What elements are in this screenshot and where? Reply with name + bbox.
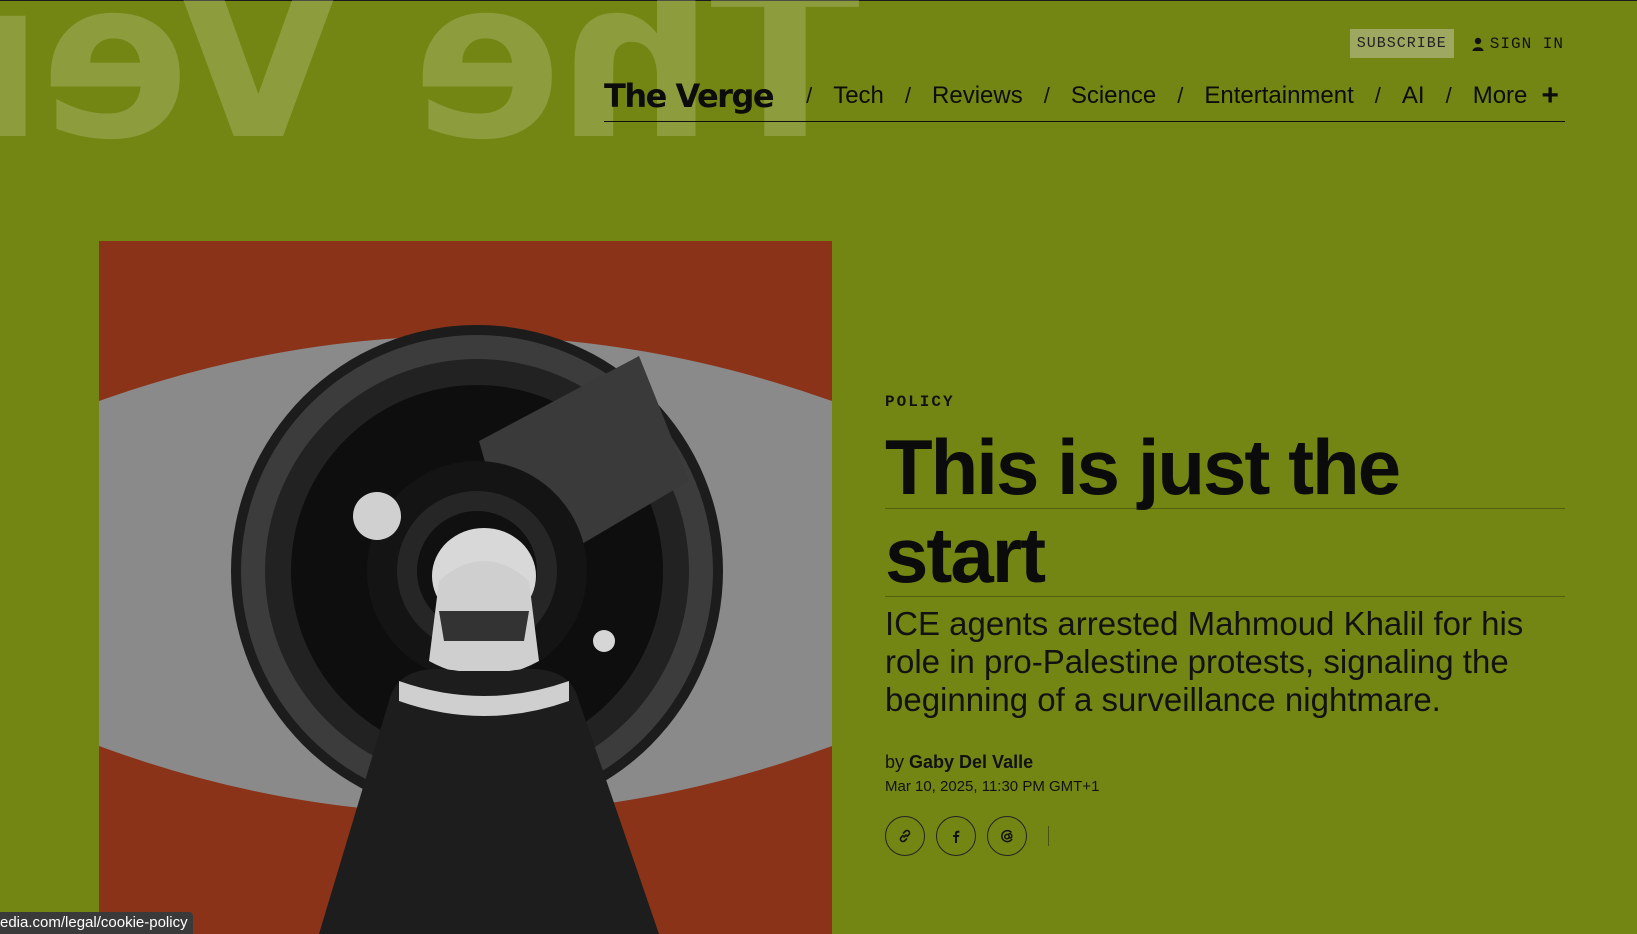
copy-link-button[interactable] — [885, 816, 925, 856]
nav-separator: / — [1177, 82, 1184, 108]
author-link[interactable]: Gaby Del Valle — [909, 752, 1033, 772]
subscribe-button[interactable]: SUBSCRIBE — [1349, 29, 1454, 58]
sign-in-label: SIGN IN — [1489, 34, 1564, 53]
nav-item-ai[interactable]: AI — [1402, 82, 1425, 110]
top-border — [0, 0, 1637, 1]
article-headline: This is just the start — [885, 423, 1565, 599]
nav-separator: / — [904, 82, 912, 108]
share-divider — [1048, 826, 1049, 846]
byline-prefix: by — [885, 752, 905, 772]
nav-item-tech[interactable]: Tech — [833, 82, 884, 110]
threads-share-button[interactable] — [987, 816, 1027, 856]
hero-illustration — [99, 241, 832, 934]
article-category[interactable]: POLICY — [885, 393, 955, 411]
facebook-share-button[interactable] — [936, 816, 976, 856]
user-icon — [1472, 37, 1484, 51]
nav-separator: / — [1374, 82, 1381, 108]
nav-separator: / — [1043, 82, 1050, 108]
share-buttons — [885, 816, 1049, 856]
plus-icon[interactable]: + — [1541, 79, 1559, 113]
status-bar-url: edia.com/legal/cookie-policy — [0, 912, 193, 934]
headline-rule — [885, 596, 1565, 597]
nav-item-reviews[interactable]: Reviews — [932, 82, 1023, 110]
nav-item-entertainment[interactable]: Entertainment — [1204, 82, 1353, 110]
nav-separator: / — [1445, 82, 1452, 108]
byline: by Gaby Del Valle — [885, 752, 1033, 773]
sign-in-link[interactable]: SIGN IN — [1472, 35, 1564, 53]
link-icon — [899, 829, 911, 843]
publish-date: Mar 10, 2025, 11:30 PM GMT+1 — [885, 778, 1100, 795]
nav-item-science[interactable]: Science — [1071, 82, 1156, 110]
site-logo[interactable]: The Verge — [604, 77, 775, 115]
utility-bar: SUBSCRIBE SIGN IN — [1349, 29, 1564, 58]
main-nav: The Verge / Tech / Reviews / Science / E… — [604, 70, 1565, 122]
facebook-icon — [953, 830, 960, 843]
hero-image — [99, 241, 832, 934]
headline-rule — [885, 508, 1565, 509]
article-dek: ICE agents arrested Mahmoud Khalil for h… — [885, 605, 1524, 718]
threads-icon — [1001, 829, 1013, 843]
nav-item-more[interactable]: More — [1473, 82, 1528, 110]
nav-separator: / — [806, 82, 813, 108]
headline-line: This is just the — [885, 423, 1401, 511]
headline-line: start — [885, 511, 1046, 599]
